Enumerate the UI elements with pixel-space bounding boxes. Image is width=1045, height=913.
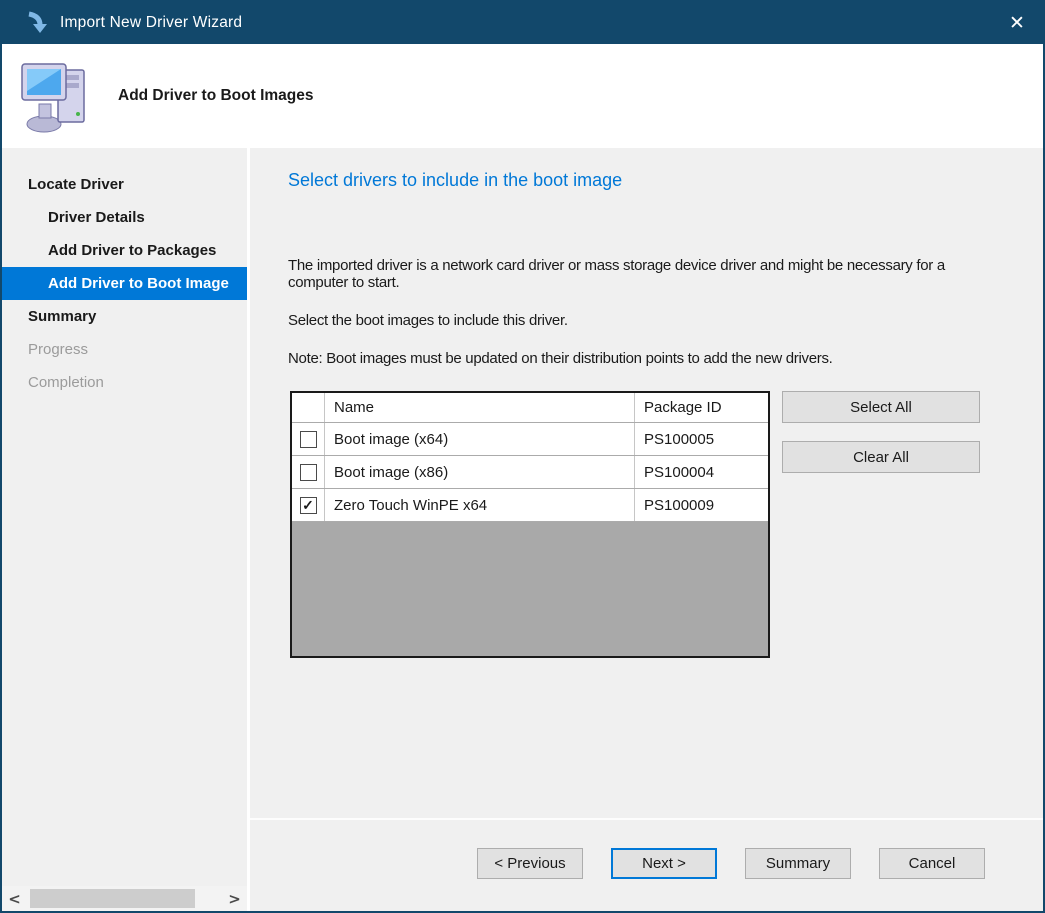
scrollbar-track[interactable] <box>27 886 222 911</box>
wizard-step-sidebar: Locate DriverDriver DetailsAdd Driver to… <box>2 148 250 911</box>
computer-icon <box>20 56 92 136</box>
wizard-header: Add Driver to Boot Images <box>2 44 1043 148</box>
table-body: Boot image (x64) PS100005 Boot image (x8… <box>292 423 768 522</box>
sidebar-item-driver-details[interactable]: Driver Details <box>2 201 247 234</box>
table-header-row: Name Package ID <box>292 393 768 423</box>
sidebar-item-progress[interactable]: Progress <box>2 333 247 366</box>
summary-button[interactable]: Summary <box>745 848 851 879</box>
navigation-buttons: < Previous Next > Summary Cancel <box>477 848 985 879</box>
select-all-button[interactable]: Select All <box>782 391 980 423</box>
page-title: Add Driver to Boot Images <box>118 87 314 105</box>
sidebar-item-summary[interactable]: Summary <box>2 300 247 333</box>
selection-buttons: Select All Clear All <box>782 391 980 658</box>
next-button[interactable]: Next > <box>611 848 717 879</box>
instruction-line: The imported driver is a network card dr… <box>288 257 1008 291</box>
wizard-window: Import New Driver Wizard ✕ Add Driver to… <box>0 0 1045 913</box>
cancel-button[interactable]: Cancel <box>879 848 985 879</box>
boot-image-selection: Name Package ID Boot image (x64) PS10000… <box>290 391 1043 658</box>
table-row[interactable]: Boot image (x86) PS100004 <box>292 456 768 489</box>
scroll-left-icon[interactable]: < <box>2 886 27 911</box>
clear-all-button[interactable]: Clear All <box>782 441 980 473</box>
boot-image-name: Boot image (x64) <box>325 423 635 455</box>
sidebar-item-add-driver-to-packages[interactable]: Add Driver to Packages <box>2 234 247 267</box>
close-icon[interactable]: ✕ <box>991 2 1043 44</box>
scrollbar-thumb[interactable] <box>30 889 195 908</box>
boot-image-name: Boot image (x86) <box>325 456 635 488</box>
table-row[interactable]: Zero Touch WinPE x64 PS100009 <box>292 489 768 522</box>
sidebar-horizontal-scrollbar[interactable]: < > <box>2 886 247 911</box>
previous-button[interactable]: < Previous <box>477 848 583 879</box>
wizard-footer: < Previous Next > Summary Cancel <box>250 818 1043 911</box>
boot-image-table: Name Package ID Boot image (x64) PS10000… <box>290 391 770 658</box>
package-id-column-header: Package ID <box>635 393 768 422</box>
wizard-body: Locate DriverDriver DetailsAdd Driver to… <box>2 148 1043 911</box>
row-checkbox[interactable] <box>300 431 317 448</box>
scroll-right-icon[interactable]: > <box>222 886 247 911</box>
window-title: Import New Driver Wizard <box>60 14 242 32</box>
row-checkbox[interactable] <box>300 497 317 514</box>
step-list: Locate DriverDriver DetailsAdd Driver to… <box>2 168 247 399</box>
content-heading: Select drivers to include in the boot im… <box>288 170 1043 191</box>
wizard-content: Select drivers to include in the boot im… <box>250 148 1043 911</box>
sidebar-item-locate-driver[interactable]: Locate Driver <box>2 168 247 201</box>
checkbox-column-header <box>292 393 325 422</box>
name-column-header: Name <box>325 393 635 422</box>
sidebar-item-completion[interactable]: Completion <box>2 366 247 399</box>
boot-image-name: Zero Touch WinPE x64 <box>325 489 635 521</box>
import-arrow-icon <box>26 11 50 35</box>
table-row[interactable]: Boot image (x64) PS100005 <box>292 423 768 456</box>
instruction-text: The imported driver is a network card dr… <box>288 257 1008 367</box>
package-id: PS100004 <box>635 456 768 488</box>
package-id: PS100005 <box>635 423 768 455</box>
instruction-line: Note: Boot images must be updated on the… <box>288 350 1008 367</box>
row-checkbox[interactable] <box>300 464 317 481</box>
sidebar-item-add-driver-to-boot-image[interactable]: Add Driver to Boot Image <box>2 267 247 300</box>
package-id: PS100009 <box>635 489 768 521</box>
instruction-line: Select the boot images to include this d… <box>288 312 1008 329</box>
title-bar: Import New Driver Wizard ✕ <box>2 2 1043 44</box>
